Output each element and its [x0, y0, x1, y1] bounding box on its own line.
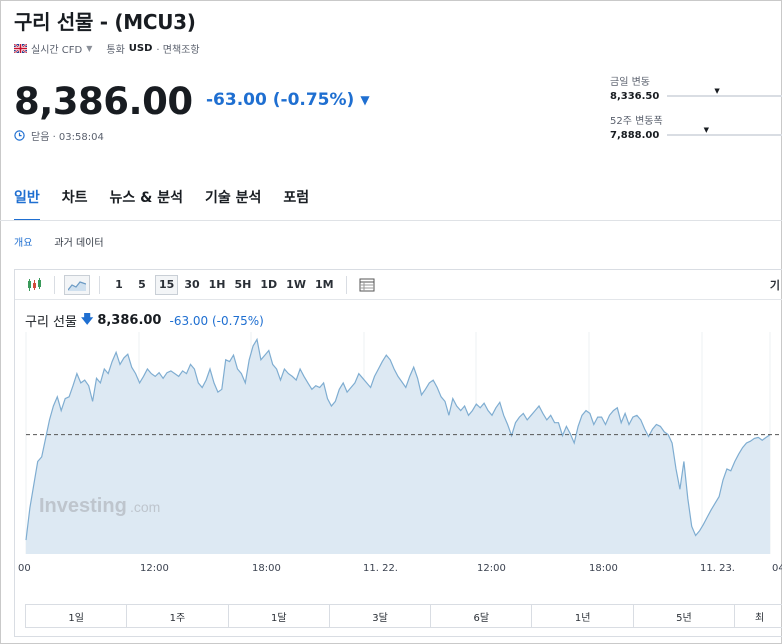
daily-range-marker: ▼ — [714, 87, 720, 95]
x-tick-label: 18:00 — [589, 563, 618, 574]
daily-range-low: 8,336.50 — [610, 91, 660, 102]
price-change: -63.00 (-0.75%) ▼ — [206, 90, 370, 110]
range-5y[interactable]: 5년 — [634, 605, 736, 627]
range-6m[interactable]: 6달 — [431, 605, 533, 627]
week52-range-bar — [667, 134, 782, 136]
currency-label: 통화 — [106, 45, 125, 56]
investing-watermark: Investing — [39, 495, 127, 517]
realtime-label[interactable]: 실시간 CFD — [31, 41, 82, 56]
legend-name: 구리 선물 — [25, 315, 77, 330]
tab-chart[interactable]: 차트 — [62, 187, 88, 221]
daily-range: 금일 변동 8,336.50 ▼ — [610, 73, 782, 102]
instrument-meta: 실시간 CFD ▼ 통화 USD · 면책조항 — [14, 41, 200, 56]
range-1w[interactable]: 1주 — [127, 605, 229, 627]
range-1d[interactable]: 1일 — [26, 605, 128, 627]
currency-value: USD — [128, 43, 153, 54]
subtab-summary[interactable]: 개요 — [14, 234, 32, 249]
subtab-history[interactable]: 과거 데이터 — [54, 234, 103, 249]
chevron-down-icon[interactable]: ▼ — [86, 44, 92, 53]
price-change-value: -63.00 (-0.75%) — [206, 90, 355, 110]
tab-forum[interactable]: 포럼 — [283, 187, 309, 221]
page-title: 구리 선물 - (MCU3) — [14, 10, 196, 34]
main-tabs: 일반 차트 뉴스 & 분석 기술 분석 포럼 — [14, 187, 309, 221]
range-1m[interactable]: 1달 — [229, 605, 330, 627]
x-tick-label: 12:00 — [140, 563, 169, 574]
x-tick-label: 11. 22. — [363, 563, 398, 574]
uk-flag-icon — [14, 44, 27, 53]
legend-price: 8,386.00 — [97, 313, 162, 328]
tab-news[interactable]: 뉴스 & 분석 — [110, 187, 183, 221]
clock-icon — [14, 130, 25, 141]
market-status: 닫음 · 03:58:04 — [14, 128, 104, 143]
week52-range: 52주 변동폭 7,888.00 ▼ — [610, 112, 782, 141]
range-buttons: 1일 1주 1달 3달 6달 1년 5년 최 — [25, 604, 782, 628]
x-tick-label: 04:0 — [772, 563, 782, 574]
week52-range-marker: ▼ — [703, 126, 709, 134]
tabs-divider — [0, 220, 782, 221]
chart-legend: 구리 선물 🡇 8,386.00 -63.00 (-0.75%) — [25, 310, 264, 331]
x-tick-label: 00 — [18, 563, 31, 574]
investing-watermark-suffix: .com — [130, 499, 160, 515]
market-status-text: 닫음 · 03:58:04 — [31, 132, 104, 143]
disclaimer-link[interactable]: · 면책조항 — [156, 41, 199, 56]
legend-change: -63.00 (-0.75%) — [169, 313, 264, 328]
week52-range-label: 52주 변동폭 — [610, 116, 663, 127]
range-max[interactable]: 최 — [735, 605, 782, 627]
range-3m[interactable]: 3달 — [330, 605, 432, 627]
range-1y[interactable]: 1년 — [532, 605, 634, 627]
x-tick-label: 12:00 — [477, 563, 506, 574]
price-chart: 1 5 15 30 1H 5H 1D 1W 1M 기 Investing .com… — [14, 269, 782, 637]
last-price: 8,386.00 — [14, 80, 193, 123]
x-tick-label: 11. 23. — [700, 563, 735, 574]
tab-technical[interactable]: 기술 분석 — [205, 187, 261, 221]
price-area — [26, 339, 770, 554]
sub-tabs: 개요 과거 데이터 — [14, 234, 104, 249]
down-triangle-icon: ▼ — [360, 93, 370, 107]
tab-overview[interactable]: 일반 — [14, 187, 40, 221]
daily-range-label: 금일 변동 — [610, 77, 650, 88]
week52-range-low: 7,888.00 — [610, 130, 660, 141]
down-arrow-icon: 🡇 — [80, 312, 94, 326]
x-tick-label: 18:00 — [252, 563, 281, 574]
daily-range-bar — [667, 95, 782, 97]
